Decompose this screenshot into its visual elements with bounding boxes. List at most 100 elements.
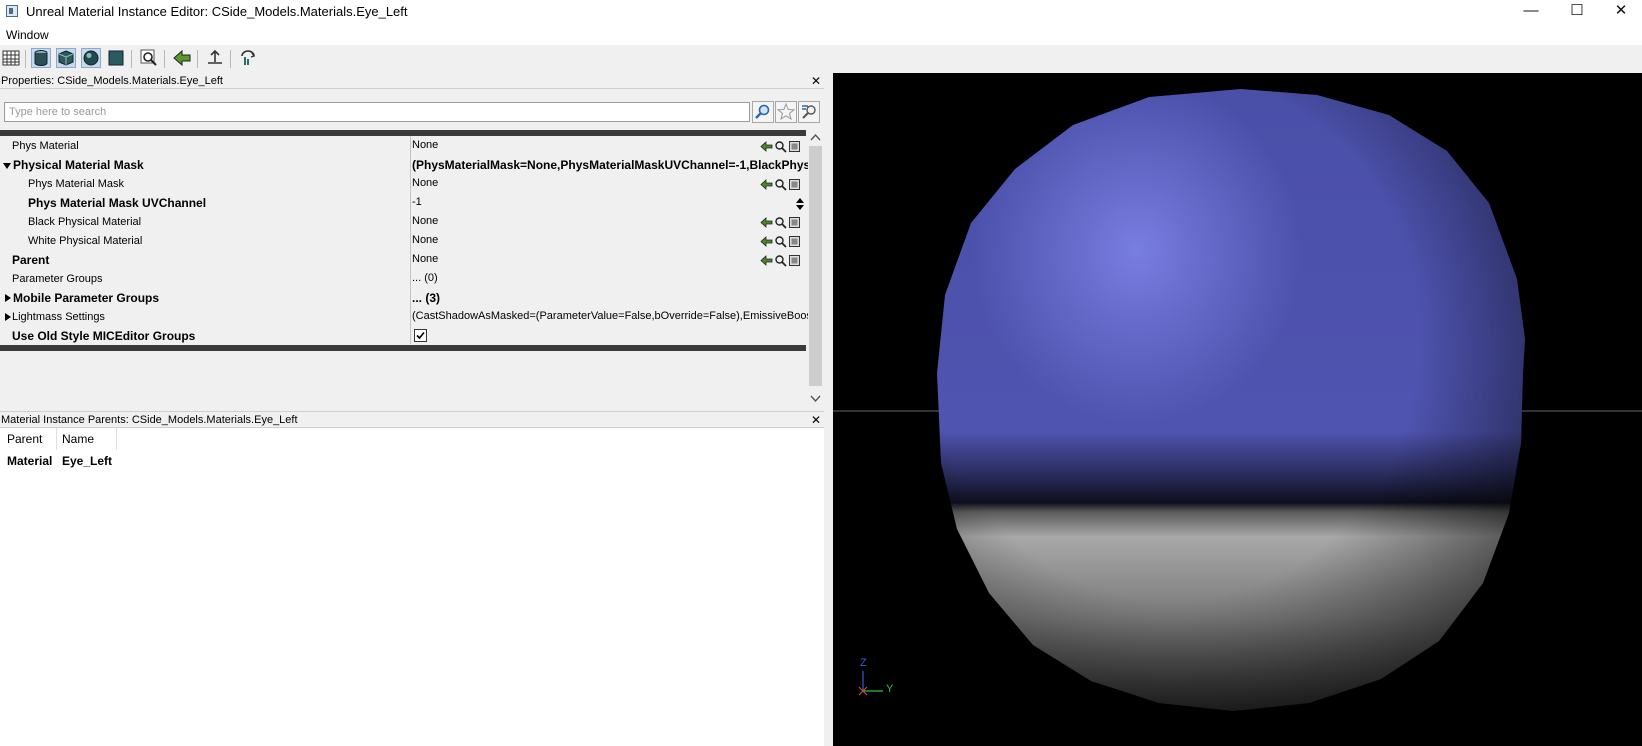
scroll-down-icon [810,395,821,403]
expand-arrow-icon[interactable] [3,163,11,169]
clear-icon [789,141,800,152]
parents-panel-title: Material Instance Parents: CSide_Models.… [1,414,298,426]
property-row-parent[interactable]: Parent None [0,251,806,270]
column-header-parent[interactable]: Parent [0,428,57,450]
properties-close-icon[interactable]: ✕ [809,74,823,88]
menu-bar: Window [0,24,1642,45]
spinner-arrows-icon[interactable] [794,196,806,212]
property-value[interactable]: None [412,234,808,246]
toolbar-separator [164,50,165,68]
property-row-parameter-groups[interactable]: Parameter Groups ... (0) [0,270,806,289]
preview-sphere [833,89,1642,711]
axis-z-label: Z [860,657,867,669]
property-value[interactable]: (PhysMaterialMask=None,PhysMaterialMaskU… [412,158,808,172]
panel-splitter[interactable] [824,73,833,746]
parent-cell: Material [7,454,53,468]
use-selected-icon [760,141,773,152]
toolbar-separator [197,50,198,68]
property-label: Mobile Parameter Groups [13,291,160,305]
pivot-icon[interactable] [205,48,225,68]
scroll-up-icon [810,133,821,141]
property-row-phys-material[interactable]: Phys Material None [0,137,806,156]
browse-icon [775,217,787,229]
property-label: Parent [12,253,50,267]
find-icon[interactable] [139,48,159,68]
expand-arrow-icon[interactable] [5,313,11,321]
property-label: Phys Material Mask UVChannel [28,196,207,210]
parents-list: Parent Name Material Eye_Left [0,428,824,746]
row-actions [760,178,804,192]
cylinder-icon[interactable] [31,48,51,68]
property-value[interactable]: None [412,139,808,151]
property-value[interactable]: None [412,177,808,189]
clear-icon [789,217,800,228]
property-row-physical-material-mask[interactable]: Physical Material Mask (PhysMaterialMask… [0,156,808,175]
use-selected-icon [760,255,773,266]
property-row-white-physical-material[interactable]: White Physical Material None [0,232,806,251]
name-cell: Eye_Left [62,454,113,468]
row-actions [760,216,804,230]
property-label: Phys Material Mask [28,178,124,190]
search-options-icon[interactable] [798,101,820,123]
property-label: Black Physical Material [28,216,142,228]
parents-close-icon[interactable]: ✕ [809,413,823,427]
title-bar: Unreal Material Instance Editor: CSide_M… [0,0,1642,24]
use-selected-icon [760,217,773,228]
menu-item-window[interactable]: Window [6,28,49,42]
cube-icon[interactable] [56,48,76,68]
property-row-phys-material-mask-uvchannel[interactable]: Phys Material Mask UVChannel -1 [0,194,806,213]
clear-icon [789,255,800,266]
category-divider [0,345,806,351]
column-header-name[interactable]: Name [56,428,117,450]
axis-y-label: Y [886,683,894,695]
property-label: Parameter Groups [12,273,103,285]
browse-icon [775,255,787,267]
property-row-use-old-style-miceditor-groups[interactable]: Use Old Style MICEditor Groups [0,327,806,346]
browse-icon [775,141,787,153]
table-row[interactable]: Material Eye_Left [0,452,824,470]
expand-arrow-icon[interactable] [5,294,11,302]
property-label: Phys Material [12,140,79,152]
use-old-style-checkbox[interactable] [414,329,427,342]
property-row-phys-material-mask[interactable]: Phys Material Mask None [0,175,806,194]
toolbar-separator [131,50,132,68]
search-icon[interactable] [752,101,774,123]
property-label: Use Old Style MICEditor Groups [12,329,196,343]
property-value[interactable]: None [412,215,808,227]
property-label: White Physical Material [28,235,143,247]
checkmark-icon [416,331,425,340]
property-row-black-physical-material[interactable]: Black Physical Material None [0,213,806,232]
scroll-thumb[interactable] [809,146,822,386]
properties-scrollbar[interactable] [808,130,823,406]
back-arrow-icon[interactable] [172,48,192,68]
row-actions [760,254,804,268]
plane-icon[interactable] [106,48,126,68]
property-value[interactable]: None [412,253,808,265]
property-value[interactable]: ... (0) [412,272,808,284]
browse-icon [775,236,787,248]
preview-viewport[interactable]: Z Y X [833,73,1642,746]
property-row-lightmass-settings[interactable]: Lightmass Settings (CastShadowAsMasked=(… [0,308,808,327]
app-icon [6,5,18,17]
close-button[interactable]: ✕ [1598,0,1642,24]
clear-icon [789,179,800,190]
search-input[interactable] [4,102,750,122]
row-actions [760,235,804,249]
minimize-button[interactable]: — [1508,0,1554,24]
properties-panel-title: Properties: CSide_Models.Materials.Eye_L… [1,75,223,87]
favorite-star-icon[interactable] [775,101,797,123]
toolbar [0,45,1642,74]
property-value[interactable]: -1 [412,196,808,208]
window-title: Unreal Material Instance Editor: CSide_M… [26,4,408,19]
property-value[interactable]: ... (3) [412,291,808,305]
grid-icon[interactable] [1,48,21,68]
maximize-button[interactable]: ☐ [1554,0,1600,24]
property-value[interactable]: (CastShadowAsMasked=(ParameterValue=Fals… [412,310,808,322]
property-row-mobile-parameter-groups[interactable]: Mobile Parameter Groups ... (3) [0,289,806,308]
sphere-icon[interactable] [81,48,101,68]
reset-icon[interactable] [238,48,258,68]
parents-panel-header: Material Instance Parents: CSide_Models.… [0,411,824,428]
property-label: Lightmass Settings [12,311,105,323]
browse-icon [775,179,787,191]
use-selected-icon [760,236,773,247]
